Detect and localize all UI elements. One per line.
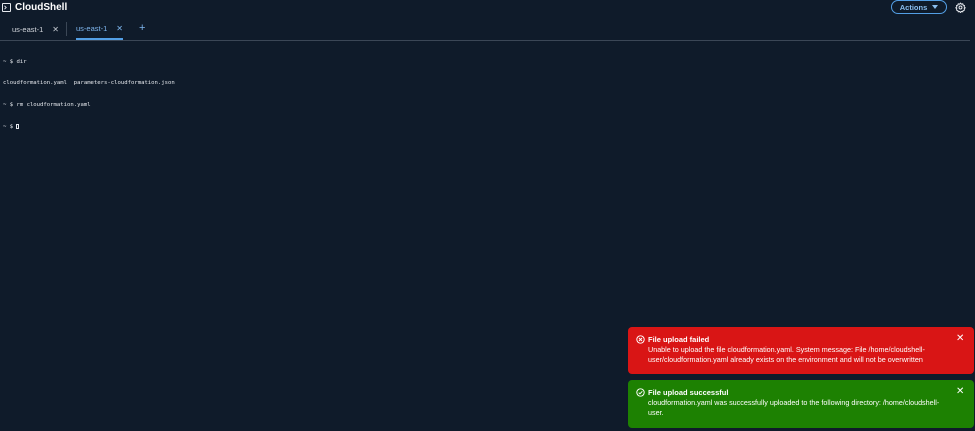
terminal-prompt: ~ $ bbox=[3, 124, 17, 131]
close-icon[interactable]: ✕ bbox=[52, 25, 59, 34]
session-tabs: us-east-1 ✕ us-east-1 ✕ + bbox=[0, 19, 970, 41]
terminal-icon bbox=[2, 3, 11, 12]
terminal-prompt-line: ~ $ bbox=[3, 124, 603, 131]
tab-session-2[interactable]: us-east-1 ✕ bbox=[76, 19, 123, 40]
add-tab-button[interactable]: + bbox=[139, 21, 145, 35]
notification-message: cloudformation.yaml was successfully upl… bbox=[648, 398, 940, 417]
cloudshell-app: CloudShell Actions us-east-1 ✕ us-east-1… bbox=[0, 0, 975, 431]
header-bar: CloudShell Actions bbox=[0, 0, 975, 16]
error-icon bbox=[636, 335, 645, 344]
app-title: CloudShell bbox=[15, 2, 68, 13]
close-icon[interactable]: ✕ bbox=[116, 24, 123, 33]
close-icon[interactable]: ✕ bbox=[956, 334, 964, 344]
actions-button[interactable]: Actions bbox=[891, 0, 947, 14]
tab-divider bbox=[66, 22, 67, 36]
tab-label: us-east-1 bbox=[12, 24, 44, 34]
upload-success-notification: File upload successful cloudformation.ya… bbox=[628, 380, 974, 428]
terminal-line: ~ $ dir bbox=[3, 58, 27, 65]
check-circle-icon bbox=[636, 388, 645, 397]
gear-icon[interactable] bbox=[955, 2, 966, 13]
close-icon[interactable]: ✕ bbox=[956, 387, 964, 397]
actions-button-label: Actions bbox=[899, 2, 928, 12]
notification-title: File upload successful bbox=[648, 388, 729, 397]
terminal-output[interactable]: ~ $ dir cloudformation.yaml parameters-c… bbox=[3, 44, 603, 146]
terminal-line: ~ $ rm cloudformation.yaml bbox=[3, 102, 91, 109]
notification-title: File upload failed bbox=[648, 335, 710, 344]
terminal-cursor bbox=[16, 124, 20, 130]
terminal-line: cloudformation.yaml parameters-cloudform… bbox=[3, 80, 175, 87]
caret-down-icon bbox=[932, 5, 939, 9]
tab-label: us-east-1 bbox=[76, 24, 108, 33]
tab-session-1[interactable]: us-east-1 ✕ bbox=[12, 19, 59, 39]
notification-message: Unable to upload the file cloudformation… bbox=[648, 345, 925, 364]
upload-failed-notification: File upload failed Unable to upload the … bbox=[628, 327, 974, 374]
